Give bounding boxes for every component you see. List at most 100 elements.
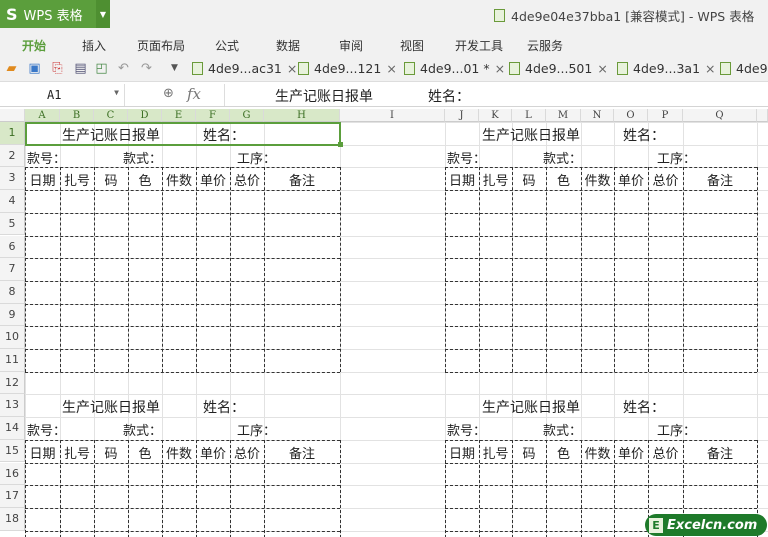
save-icon[interactable]: ▣ xyxy=(27,61,42,76)
zoom-search-icon[interactable]: ⊕ xyxy=(163,86,174,101)
column-header-B[interactable]: B xyxy=(60,109,94,122)
column-header-F[interactable]: F xyxy=(196,109,230,122)
document-tab[interactable]: 4de9...121 × xyxy=(298,61,397,76)
row-header-17[interactable]: 17 xyxy=(0,485,25,508)
table-header-cell[interactable]: 件数 xyxy=(581,443,614,462)
table-header-cell[interactable]: 单价 xyxy=(196,170,230,189)
column-header-K[interactable]: K xyxy=(479,109,512,122)
table-header-cell[interactable]: 备注 xyxy=(264,443,340,462)
form-name-label[interactable]: 姓名： xyxy=(623,397,665,417)
row-header-10[interactable]: 10 xyxy=(0,326,25,349)
document-tab[interactable]: 4de9...501 × xyxy=(509,61,608,76)
undo-icon[interactable]: ↶ xyxy=(116,61,131,76)
table-header-cell[interactable]: 单价 xyxy=(196,443,230,462)
app-menu-button[interactable]: S WPS 表格 ▼ xyxy=(0,0,110,28)
row-header-5[interactable]: 5 xyxy=(0,212,25,236)
table-header-cell[interactable]: 备注 xyxy=(683,170,757,189)
document-tab[interactable]: 4de9...3a1 × xyxy=(617,61,716,76)
table-header-cell[interactable]: 总价 xyxy=(230,170,264,189)
table-header-cell[interactable]: 色 xyxy=(546,443,581,462)
column-header-I[interactable]: I xyxy=(340,109,445,122)
process-label[interactable]: 工序： xyxy=(237,420,276,439)
menu-1[interactable]: 插入 xyxy=(82,37,106,54)
form-title[interactable]: 生产记账日报单 xyxy=(62,397,160,417)
name-box[interactable]: A1 ▼ xyxy=(0,84,125,106)
close-icon[interactable]: × xyxy=(287,61,297,76)
document-tab[interactable]: 4de9...01 * × xyxy=(404,61,505,76)
close-icon[interactable]: × xyxy=(495,61,505,76)
form-name-label[interactable]: 姓名： xyxy=(203,397,245,417)
table-header-cell[interactable]: 码 xyxy=(94,170,128,189)
style-number-label[interactable]: 款号： xyxy=(27,148,66,167)
menu-3[interactable]: 公式 xyxy=(215,37,239,54)
row-header-2[interactable]: 2 xyxy=(0,144,25,168)
table-header-cell[interactable]: 扎号 xyxy=(60,443,94,462)
table-header-cell[interactable]: 扎号 xyxy=(479,443,512,462)
row-header-1[interactable]: 1 xyxy=(0,122,25,145)
table-header-cell[interactable]: 色 xyxy=(128,443,162,462)
menu-5[interactable]: 审阅 xyxy=(339,37,363,54)
process-label[interactable]: 工序： xyxy=(237,148,276,167)
spreadsheet-grid[interactable]: A B C D E F G H I J K L M N O P Q 1 2 3 4 5 6 7 8 9 10 11 12 13 14 15 16… xyxy=(0,109,768,537)
row-header-9[interactable]: 9 xyxy=(0,303,25,327)
table-header-cell[interactable]: 日期 xyxy=(25,170,60,189)
table-header-cell[interactable]: 码 xyxy=(512,443,546,462)
customize-dropdown-icon[interactable]: ▼ xyxy=(167,61,182,76)
document-tab[interactable]: 4de9...ac31 × xyxy=(192,61,297,76)
table-header-cell[interactable]: 件数 xyxy=(162,170,196,189)
table-header-cell[interactable]: 备注 xyxy=(683,443,757,462)
row-header-6[interactable]: 6 xyxy=(0,235,25,259)
style-label[interactable]: 款式： xyxy=(123,420,162,439)
chevron-down-icon[interactable]: ▼ xyxy=(96,0,110,28)
table-header-cell[interactable]: 日期 xyxy=(445,170,479,189)
table-header-cell[interactable]: 日期 xyxy=(25,443,60,462)
row-header-8[interactable]: 8 xyxy=(0,280,25,304)
table-header-cell[interactable]: 扎号 xyxy=(60,170,94,189)
column-header-A[interactable]: A xyxy=(25,109,60,122)
fill-handle[interactable] xyxy=(338,141,343,147)
process-label[interactable]: 工序： xyxy=(657,148,696,167)
table-header-cell[interactable]: 单价 xyxy=(614,170,648,189)
close-icon[interactable]: × xyxy=(597,61,607,76)
redo-icon[interactable]: ↷ xyxy=(139,61,154,76)
document-tab[interactable]: 4de9 xyxy=(720,61,768,76)
column-header-O[interactable]: O xyxy=(614,109,648,122)
row-header-13[interactable]: 13 xyxy=(0,394,25,418)
column-header-L[interactable]: L xyxy=(512,109,546,122)
row-header-4[interactable]: 4 xyxy=(0,190,25,213)
column-header-N[interactable]: N xyxy=(581,109,614,122)
column-header-J[interactable]: J xyxy=(445,109,479,122)
insert-function-button[interactable]: fx xyxy=(187,85,201,103)
column-header-Q[interactable]: Q xyxy=(683,109,757,122)
column-header-P[interactable]: P xyxy=(648,109,683,122)
style-number-label[interactable]: 款号： xyxy=(27,420,66,439)
table-header-cell[interactable]: 件数 xyxy=(581,170,614,189)
table-header-cell[interactable]: 色 xyxy=(546,170,581,189)
column-header-D[interactable]: D xyxy=(128,109,162,122)
print-preview-icon[interactable]: ◰ xyxy=(94,61,109,76)
chevron-down-icon[interactable]: ▼ xyxy=(114,88,119,97)
column-header-R[interactable] xyxy=(757,109,768,122)
style-number-label[interactable]: 款号： xyxy=(447,148,486,167)
row-header-18[interactable]: 18 xyxy=(0,507,25,531)
select-all-corner[interactable] xyxy=(0,109,25,122)
menu-4[interactable]: 数据 xyxy=(276,37,300,54)
table-header-cell[interactable]: 扎号 xyxy=(479,170,512,189)
table-header-cell[interactable]: 总价 xyxy=(230,443,264,462)
table-header-cell[interactable]: 总价 xyxy=(648,170,683,189)
form-title[interactable]: 生产记账日报单 xyxy=(482,125,580,145)
table-header-cell[interactable]: 总价 xyxy=(648,443,683,462)
menu-6[interactable]: 视图 xyxy=(400,37,424,54)
table-header-cell[interactable]: 码 xyxy=(94,443,128,462)
form-name-label[interactable]: 姓名： xyxy=(623,125,665,145)
export-pdf-icon[interactable]: ⎘ xyxy=(50,61,65,76)
table-header-cell[interactable]: 码 xyxy=(512,170,546,189)
table-header-cell[interactable]: 色 xyxy=(128,170,162,189)
menu-7[interactable]: 开发工具 xyxy=(455,37,503,54)
table-header-cell[interactable]: 件数 xyxy=(162,443,196,462)
close-icon[interactable]: × xyxy=(705,61,715,76)
row-header-14[interactable]: 14 xyxy=(0,417,25,440)
open-folder-icon[interactable]: ▰ xyxy=(4,61,19,76)
table-header-cell[interactable]: 备注 xyxy=(264,170,340,189)
style-label[interactable]: 款式： xyxy=(123,148,162,167)
